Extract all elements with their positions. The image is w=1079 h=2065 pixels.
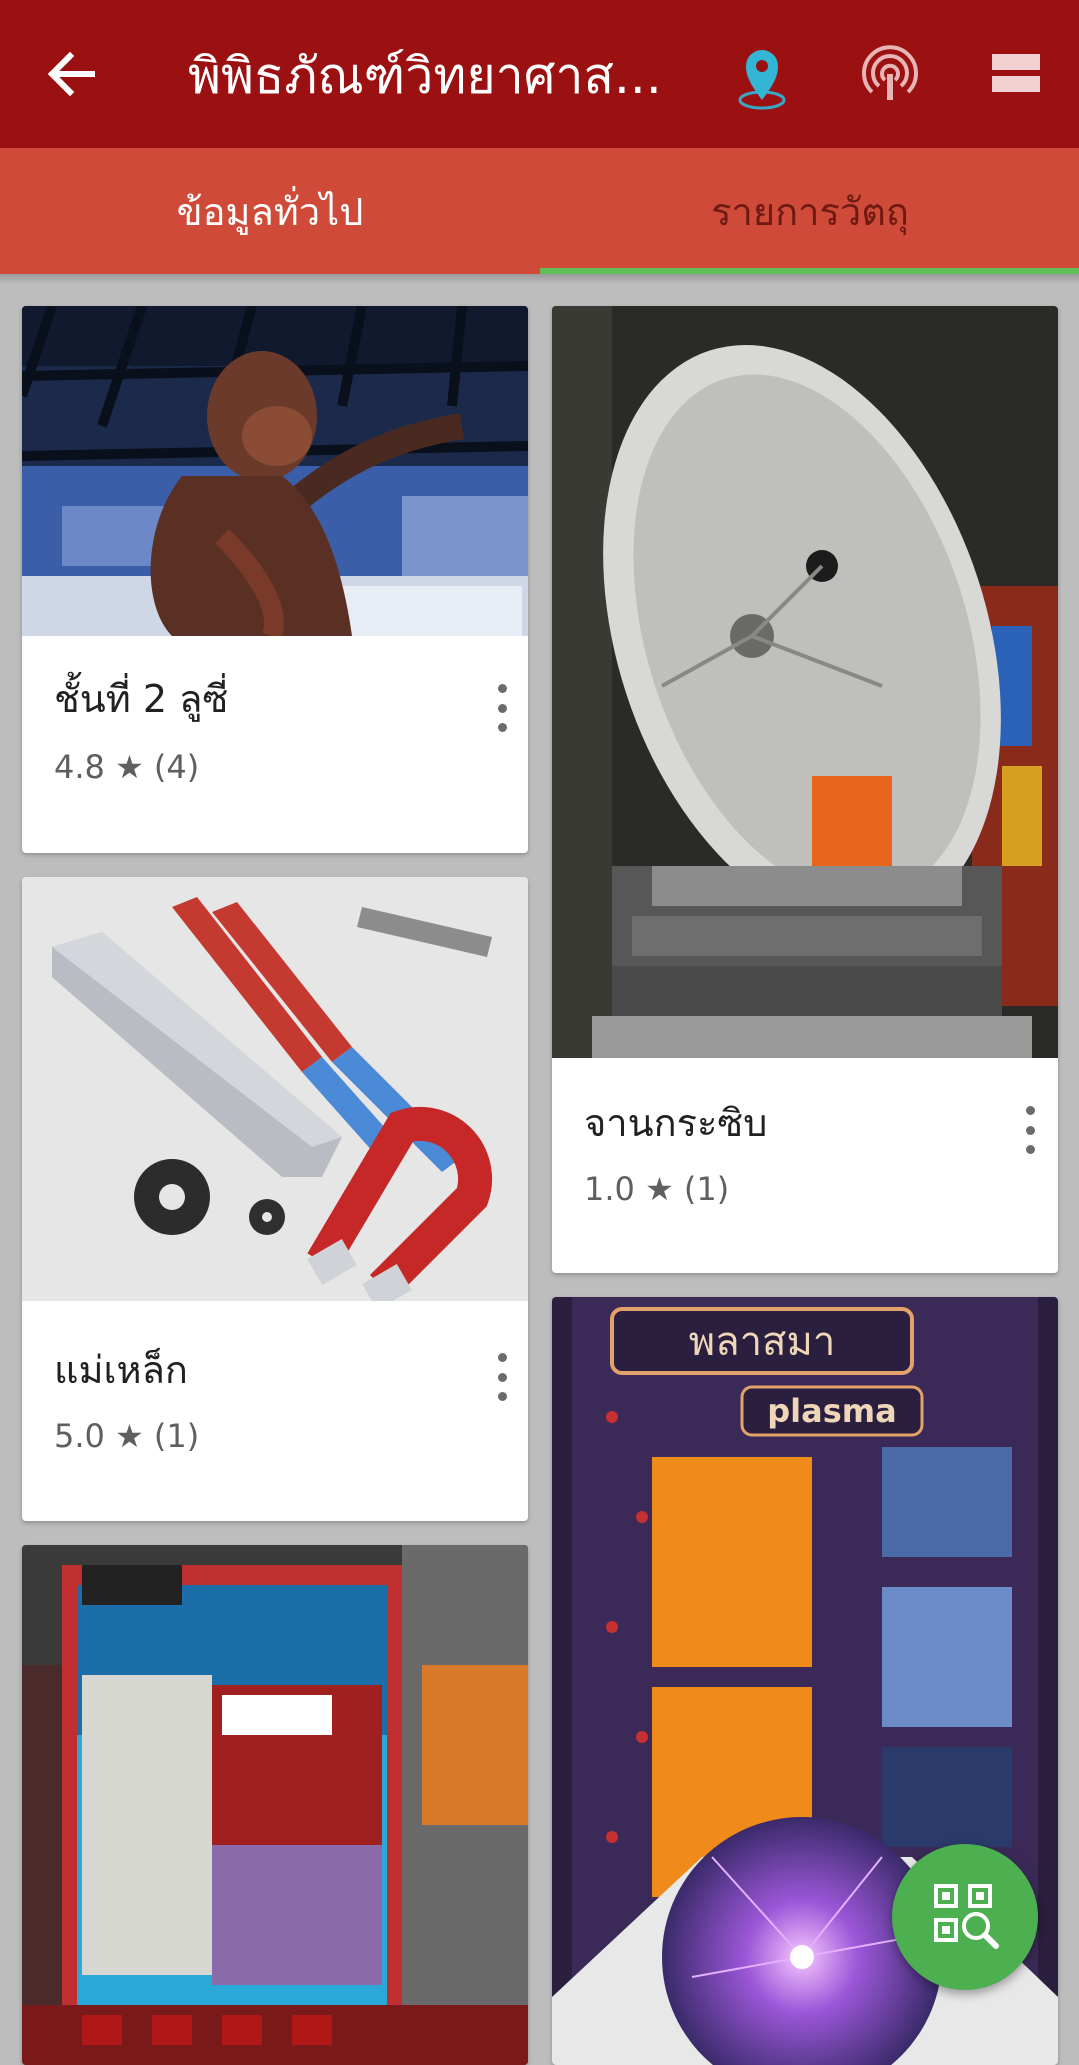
tab-bar: ข้อมูลทั่วไป รายการวัตถุ xyxy=(0,148,1079,274)
item-card[interactable]: แม่เหล็ก 5.0 ★ (1) xyxy=(22,877,528,1521)
tab-label: ข้อมูลทั่วไป xyxy=(176,189,364,234)
more-options-icon[interactable] xyxy=(1010,1100,1050,1160)
item-card[interactable]: จานกระซิบ 1.0 ★ (1) xyxy=(552,306,1058,1273)
tab-object-list[interactable]: รายการวัตถุ xyxy=(540,148,1079,274)
qr-scan-icon xyxy=(930,1880,1000,1954)
item-name: ชั้นที่ 2 ลูซี่ xyxy=(54,677,229,721)
back-arrow-icon[interactable] xyxy=(40,42,104,106)
nfc-signal-icon[interactable] xyxy=(858,42,922,106)
plasma-sign-thai: พลาสมา xyxy=(689,1319,836,1365)
item-rating: 4.8 ★ (4) xyxy=(54,748,200,786)
item-card[interactable] xyxy=(22,1545,528,2065)
app-bar: พิพิธภัณฑ์วิทยาศาส... xyxy=(0,0,1079,148)
item-name: จานกระซิบ xyxy=(584,1101,768,1145)
lucy-hominid-model-photo xyxy=(22,306,528,636)
tab-general-info[interactable]: ข้อมูลทั่วไป xyxy=(0,148,540,274)
qr-scan-button[interactable] xyxy=(892,1844,1038,1990)
item-name: แม่เหล็ก xyxy=(54,1348,188,1392)
tab-label: รายการวัตถุ xyxy=(711,189,909,234)
tab-shadow xyxy=(0,274,1079,284)
item-card[interactable]: ชั้นที่ 2 ลูซี่ 4.8 ★ (4) xyxy=(22,306,528,853)
more-options-icon[interactable] xyxy=(482,678,522,738)
whispering-dish-photo xyxy=(552,306,1058,1058)
more-options-icon[interactable] xyxy=(482,1347,522,1407)
electricity-exhibit-photo xyxy=(22,1545,528,2065)
plasma-sign-english: plasma xyxy=(767,1392,896,1430)
item-rating: 1.0 ★ (1) xyxy=(584,1170,730,1208)
magnets-photo xyxy=(22,877,528,1301)
item-rating: 5.0 ★ (1) xyxy=(54,1417,200,1455)
map-pin-icon[interactable] xyxy=(730,40,794,112)
page-title: พิพิธภัณฑ์วิทยาศาส... xyxy=(188,47,662,105)
list-view-icon[interactable] xyxy=(988,48,1046,100)
